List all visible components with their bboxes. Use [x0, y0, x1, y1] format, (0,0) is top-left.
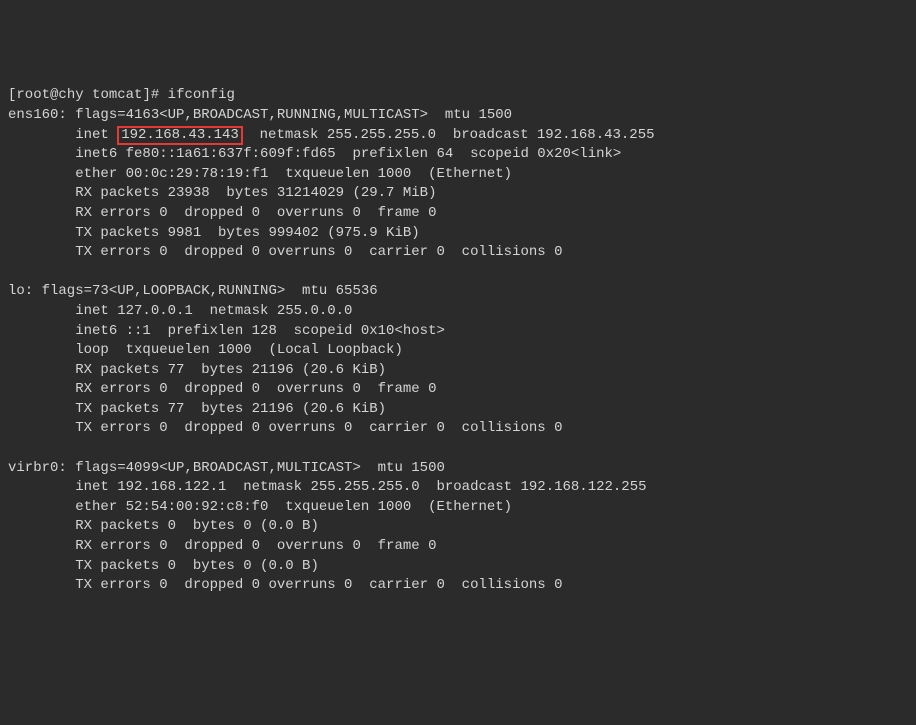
- virbr0-tx-packets: TX packets 0 bytes 0 (0.0 B): [8, 557, 908, 577]
- ens160-tx-packets: TX packets 9981 bytes 999402 (975.9 KiB): [8, 224, 908, 244]
- ens160-rx-errors: RX errors 0 dropped 0 overruns 0 frame 0: [8, 204, 908, 224]
- lo-rx-errors: RX errors 0 dropped 0 overruns 0 frame 0: [8, 380, 908, 400]
- prompt-host: chy: [58, 87, 83, 103]
- prompt-line: [root@chy tomcat]# ifconfig: [8, 86, 908, 106]
- prompt-user: root: [16, 87, 50, 103]
- blank-line-1: [8, 263, 908, 283]
- virbr0-ether: ether 52:54:00:92:c8:f0 txqueuelen 1000 …: [8, 498, 908, 518]
- prompt-dir: tomcat: [84, 87, 143, 103]
- command-text: ifconfig: [168, 87, 235, 103]
- lo-header: lo: flags=73<UP,LOOPBACK,RUNNING> mtu 65…: [8, 282, 908, 302]
- ens160-ether: ether 00:0c:29:78:19:f1 txqueuelen 1000 …: [8, 165, 908, 185]
- lo-rx-packets: RX packets 77 bytes 21196 (20.6 KiB): [8, 361, 908, 381]
- lo-inet6: inet6 ::1 prefixlen 128 scopeid 0x10<hos…: [8, 322, 908, 342]
- virbr0-rx-errors: RX errors 0 dropped 0 overruns 0 frame 0: [8, 537, 908, 557]
- ens160-tx-errors: TX errors 0 dropped 0 overruns 0 carrier…: [8, 243, 908, 263]
- prompt-close: ]#: [142, 87, 167, 103]
- virbr0-header: virbr0: flags=4099<UP,BROADCAST,MULTICAS…: [8, 459, 908, 479]
- terminal-output[interactable]: [root@chy tomcat]# ifconfigens160: flags…: [8, 86, 908, 627]
- highlighted-ip-box: 192.168.43.143: [117, 126, 243, 145]
- lo-loop: loop txqueuelen 1000 (Local Loopback): [8, 341, 908, 361]
- virbr0-rx-packets: RX packets 0 bytes 0 (0.0 B): [8, 517, 908, 537]
- virbr0-inet: inet 192.168.122.1 netmask 255.255.255.0…: [8, 478, 908, 498]
- lo-tx-packets: TX packets 77 bytes 21196 (20.6 KiB): [8, 400, 908, 420]
- highlighted-ip: 192.168.43.143: [121, 127, 239, 143]
- ens160-inet6: inet6 fe80::1a61:637f:609f:fd65 prefixle…: [8, 145, 908, 165]
- blank-line-2: [8, 439, 908, 459]
- virbr0-tx-errors: TX errors 0 dropped 0 overruns 0 carrier…: [8, 576, 908, 596]
- lo-inet: inet 127.0.0.1 netmask 255.0.0.0: [8, 302, 908, 322]
- ens160-header: ens160: flags=4163<UP,BROADCAST,RUNNING,…: [8, 106, 908, 126]
- ens160-inet-pre: inet: [8, 127, 117, 143]
- ens160-inet-post: netmask 255.255.255.0 broadcast 192.168.…: [243, 127, 655, 143]
- ens160-inet-line: inet 192.168.43.143 netmask 255.255.255.…: [8, 126, 908, 146]
- lo-tx-errors: TX errors 0 dropped 0 overruns 0 carrier…: [8, 419, 908, 439]
- ens160-rx-packets: RX packets 23938 bytes 31214029 (29.7 Mi…: [8, 184, 908, 204]
